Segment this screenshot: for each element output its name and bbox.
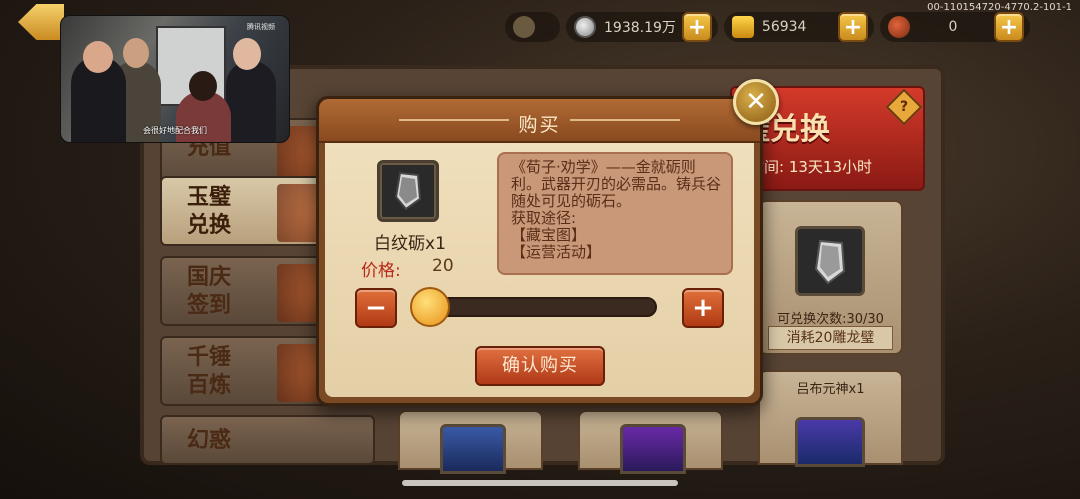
tab-label: 国庆 签到 (187, 264, 231, 320)
exchange-cost: 消耗20雕龙璧 (768, 326, 893, 350)
tab-label: 幻惑 (187, 428, 232, 453)
game-screen: 充值 玉璧 兑换 国庆 签到 千锤 百炼 幻惑 璧兑换 余时间: 13天13小时… (0, 0, 1080, 499)
coin-icon (513, 16, 535, 38)
home-indicator[interactable] (402, 480, 678, 486)
resource-gold: 56934 + (723, 12, 874, 42)
increase-quantity-button[interactable]: + (682, 288, 724, 328)
slider-handle[interactable] (410, 287, 450, 327)
item-name: 吕布元神x1 (796, 382, 865, 397)
tab-label-line1: 国庆 (187, 265, 232, 290)
lubu-spirit-item-icon (795, 417, 865, 467)
video-overlay[interactable]: 腾讯视频 会很好地配合我们 (60, 15, 290, 143)
video-person-head (189, 71, 217, 101)
item-icon (440, 424, 506, 474)
tab-label-line2: 兑换 (187, 213, 232, 238)
price-label: 价格: (361, 261, 401, 281)
silver-amount: 1938.19万 (604, 20, 676, 36)
tab-label-line2: 签到 (187, 293, 232, 318)
source-treasure-map: 【藏宝图】 (511, 226, 587, 244)
shop-item-card[interactable] (578, 410, 723, 474)
resource-bar: 1938.19万 + 56934 + 0 + (505, 10, 1030, 44)
description-text: 《荀子·劝学》——金就砺则利。武器开刃的必需品。铸兵谷随处可见的砺石。 (511, 158, 722, 210)
close-button[interactable]: ✕ (733, 79, 779, 125)
item-description: 《荀子·劝学》——金就砺则利。武器开刃的必需品。铸兵谷随处可见的砺石。 获取途径… (497, 152, 733, 275)
confirm-purchase-button[interactable]: 确认购买 (475, 346, 605, 386)
meat-icon (887, 16, 910, 38)
tab-label: 玉璧 兑换 (187, 184, 231, 240)
decrease-quantity-button[interactable]: − (355, 288, 397, 328)
food-amount: 0 (948, 19, 958, 35)
item-icon (620, 424, 686, 474)
dialog-title: 购买 (518, 114, 561, 136)
whetstone-item-icon (795, 226, 865, 296)
video-person-head (233, 38, 261, 70)
whetstone-item-icon (377, 160, 439, 222)
add-silver-button[interactable]: + (681, 12, 712, 42)
shop-item-card[interactable] (398, 410, 543, 474)
dialog-header: 购买 (319, 99, 760, 143)
gold-ingot-icon (731, 16, 754, 38)
tab-label-line1: 玉璧 (187, 185, 232, 210)
video-watermark: 腾讯视频 (247, 23, 275, 31)
video-person-head (83, 41, 113, 73)
tab-label: 千锤 百炼 (187, 344, 231, 400)
back-arrow-icon[interactable] (18, 4, 64, 40)
video-subtitle: 会很好地配合我们 (143, 126, 207, 135)
resource-silver: 1938.19万 + (566, 12, 718, 42)
resource-food: 0 + (879, 12, 1030, 42)
shop-item-card[interactable]: 吕布元神x1 (758, 370, 903, 467)
server-id: 00-110154720-4770.2-101-1 (927, 2, 1072, 13)
tab-label-line1: 千锤 (187, 345, 232, 370)
video-person-head (123, 38, 149, 68)
add-gold-button[interactable]: + (837, 12, 868, 42)
help-icon[interactable]: ? (885, 88, 923, 126)
tab-illusion[interactable]: 幻惑 (160, 415, 375, 465)
gold-amount: 56934 (761, 19, 807, 35)
source-heading: 获取途径: (511, 209, 577, 227)
item-name: 白纹砺x1 (374, 234, 446, 254)
shop-item-card[interactable]: 可兑换次数:30/30 消耗20雕龙璧 (758, 200, 903, 355)
price-value: 20 (432, 256, 454, 276)
exchange-count: 可兑换次数:30/30 (777, 312, 884, 327)
source-events: 【运营活动】 (511, 243, 602, 261)
tab-label-line2: 百炼 (187, 373, 232, 398)
silver-coin-icon (574, 16, 596, 38)
help-glyph: ? (899, 99, 909, 115)
resource-placeholder (505, 12, 560, 42)
add-food-button[interactable]: + (993, 12, 1024, 42)
